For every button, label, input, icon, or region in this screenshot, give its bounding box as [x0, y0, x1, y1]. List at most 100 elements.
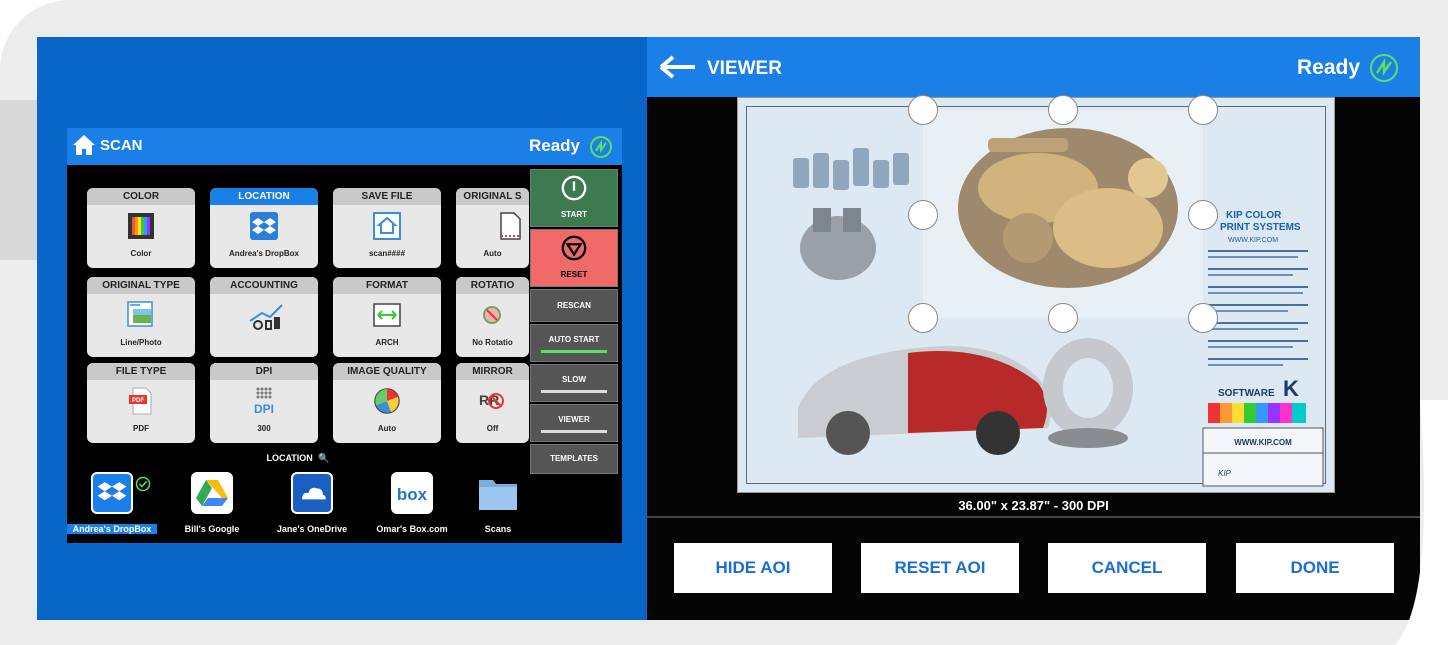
svg-text:SOFTWARE: SOFTWARE: [1218, 388, 1275, 399]
svg-text:KIP: KIP: [1218, 469, 1232, 478]
slow-toggle[interactable]: SLOW: [530, 364, 618, 402]
aoi-handle-top-center[interactable]: [1048, 95, 1078, 125]
folder-icon: [479, 480, 517, 510]
tile-value: scan####: [368, 249, 406, 258]
done-button[interactable]: DONE: [1236, 543, 1394, 593]
rotation-icon: [483, 306, 501, 324]
scan-side-buttons: START RESET RESCAN AUTO START SLOW VIEWE…: [530, 169, 618, 474]
aoi-handle-bottom-center[interactable]: [1048, 303, 1078, 333]
tile-dpi[interactable]: DPI DPI 300: [210, 363, 318, 443]
scan-window: SCAN Ready COLOR Color LOCATION Andrea's…: [67, 128, 622, 543]
reset-button[interactable]: RESET: [530, 229, 618, 287]
templates-label: TEMPLATES: [550, 454, 598, 463]
rescan-button[interactable]: RESCAN: [530, 289, 618, 322]
tile-format[interactable]: FORMAT ARCH: [333, 277, 441, 357]
location-name: Bill's Google: [184, 524, 240, 534]
svg-text:KIP COLOR: KIP COLOR: [1226, 210, 1282, 221]
tile-image-quality[interactable]: IMAGE QUALITY Auto: [333, 363, 441, 443]
aoi-handle-bottom-right[interactable]: [1188, 303, 1218, 333]
tile-label: ORIGINAL TYPE: [87, 277, 195, 294]
format-icon: [373, 303, 401, 327]
auto-start-toggle[interactable]: AUTO START: [530, 324, 618, 362]
brochure-text-column: KIP COLOR PRINT SYSTEMS WWW.KIP.COM: [1208, 210, 1308, 366]
tile-color[interactable]: COLOR Color: [87, 188, 195, 268]
onedrive-icon: [291, 472, 333, 514]
bearing-illustration: [1043, 338, 1133, 448]
location-item-google[interactable]: Bill's Google: [167, 468, 257, 543]
mirror-icon: RR: [479, 392, 504, 409]
cancel-button[interactable]: CANCEL: [1048, 543, 1206, 593]
reset-aoi-button[interactable]: RESET AOI: [861, 543, 1019, 593]
area-of-interest-box[interactable]: [923, 110, 1203, 318]
document-dimensions: 36.00" x 23.87" - 300 DPI: [958, 498, 1109, 513]
tile-value: Off: [486, 424, 499, 433]
scan-status: Ready: [528, 136, 580, 155]
svg-text:DPI: DPI: [254, 402, 274, 416]
back-arrow-icon[interactable]: [659, 55, 697, 79]
location-name: Scans: [484, 524, 512, 534]
viewer-toggle[interactable]: VIEWER: [530, 404, 618, 442]
scan-title: SCAN: [100, 137, 143, 154]
tile-value: PDF: [133, 424, 149, 433]
location-name: Omar's Box.com: [376, 524, 448, 534]
dropbox-icon: [91, 472, 133, 514]
aoi-handle-top-right[interactable]: [1188, 95, 1218, 125]
templates-button[interactable]: TEMPLATES: [530, 444, 618, 474]
svg-text:PRINT SYSTEMS: PRINT SYSTEMS: [1220, 222, 1301, 233]
location-item-dropbox[interactable]: Andrea's DropBox: [67, 468, 157, 543]
rescan-label: RESCAN: [557, 301, 591, 310]
tile-save-file[interactable]: SAVE FILE scan####: [333, 188, 441, 268]
tile-value: ARCH: [375, 338, 399, 347]
tile-label: ROTATIO: [456, 277, 529, 294]
tile-location[interactable]: LOCATION Andrea's DropBox: [210, 188, 318, 268]
title-block: WWW.KIP.COM KIP: [1202, 427, 1324, 487]
aoi-handle-bottom-left[interactable]: [908, 303, 938, 333]
tile-value: No Rotatio: [472, 338, 513, 347]
location-name: Andrea's DropBox: [67, 524, 157, 534]
tile-label: FORMAT: [333, 277, 441, 294]
tile-value: Auto: [377, 424, 397, 433]
aoi-handle-top-left[interactable]: [908, 95, 938, 125]
engine-sketch-illustration: [800, 208, 876, 280]
viewer-header: VIEWER Ready: [647, 37, 1420, 97]
scan-settings-grid: COLOR Color LOCATION Andrea's DropBox SA…: [67, 165, 529, 445]
viewer-status: Ready: [1296, 56, 1360, 79]
home-icon[interactable]: [72, 134, 96, 156]
box-icon: box: [391, 472, 433, 514]
selected-check-icon: [135, 476, 151, 492]
tile-value: 300: [257, 424, 271, 433]
image-quality-icon: [374, 388, 400, 414]
software-logo: SOFTWARE K: [1218, 376, 1299, 401]
accounting-chart-icon: [249, 304, 283, 330]
color-icon: [128, 213, 154, 239]
tile-original-size[interactable]: ORIGINAL S Auto: [456, 188, 529, 268]
aoi-handle-middle-left[interactable]: [908, 200, 938, 230]
tile-accounting[interactable]: ACCOUNTING: [210, 277, 318, 357]
svg-text:PDF: PDF: [132, 398, 144, 404]
tile-original-type[interactable]: ORIGINAL TYPE Line/Photo: [87, 277, 195, 357]
hide-aoi-button[interactable]: HIDE AOI: [674, 543, 832, 593]
slow-label: SLOW: [562, 375, 586, 384]
color-swatch-strip: [1208, 403, 1306, 423]
svg-text:K: K: [1283, 376, 1299, 401]
tile-rotation[interactable]: ROTATIO No Rotatio: [456, 277, 529, 357]
reset-icon: [561, 235, 587, 261]
viewer-indicator: [541, 430, 607, 433]
start-label: START: [560, 210, 588, 219]
google-drive-icon: [191, 472, 233, 514]
location-item-box[interactable]: box Omar's Box.com: [367, 468, 457, 543]
viewer-label: VIEWER: [558, 415, 590, 424]
tile-value: Color: [130, 249, 152, 258]
car-illustration: [798, 346, 1052, 455]
location-item-onedrive[interactable]: Jane's OneDrive: [267, 468, 357, 543]
tile-file-type[interactable]: FILE TYPE PDF PDF: [87, 363, 195, 443]
line-photo-icon: [127, 301, 153, 327]
location-label: LOCATION: [266, 453, 313, 463]
save-file-icon: [373, 212, 401, 240]
location-item-scans[interactable]: Scans: [467, 468, 529, 543]
tile-label: COLOR: [87, 188, 195, 205]
tile-mirror[interactable]: MIRROR RR Off: [456, 363, 529, 443]
start-button[interactable]: START: [530, 169, 618, 227]
reset-label: RESET: [560, 270, 588, 279]
aoi-handle-middle-right[interactable]: [1188, 200, 1218, 230]
